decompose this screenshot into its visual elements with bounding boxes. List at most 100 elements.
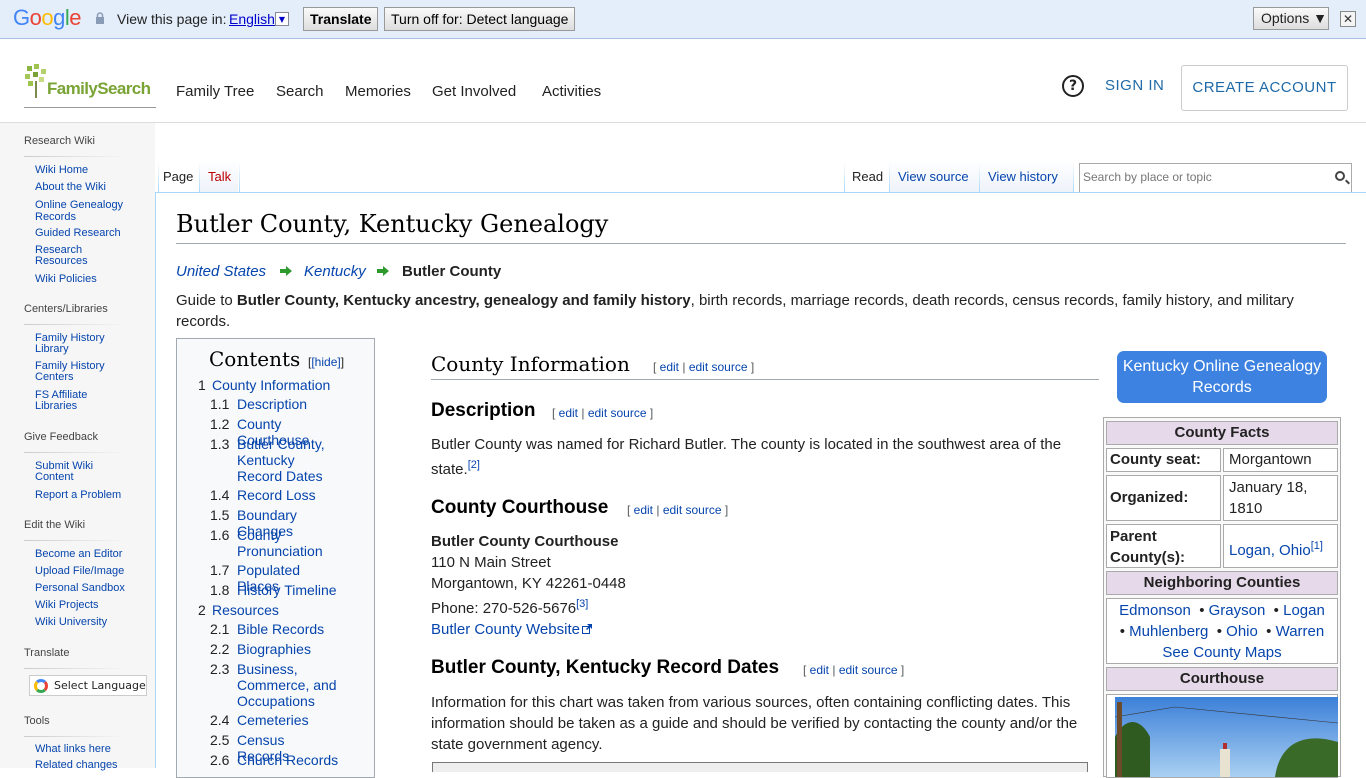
toc-title: Contents xyxy=(209,347,301,371)
sidebar-item-fh-library[interactable]: Family History Library xyxy=(35,333,115,355)
sidebar-item-wiki-home[interactable]: Wiki Home xyxy=(35,165,145,176)
title-divider xyxy=(176,243,1346,244)
neighbor-link[interactable]: Logan xyxy=(1283,602,1325,619)
sidebar-item-sandbox[interactable]: Personal Sandbox xyxy=(35,583,125,594)
breadcrumb-united-states[interactable]: United States xyxy=(176,263,266,280)
edit-link[interactable]: edit xyxy=(660,360,679,374)
neighbor-link[interactable]: Ohio xyxy=(1226,623,1258,640)
toc-item-label: Cemeteries xyxy=(237,712,309,728)
section-edit-links: [ edit | edit source ] xyxy=(627,503,729,517)
sidebar-item-fs-affiliate[interactable]: FS Affiliate Libraries xyxy=(35,390,115,412)
intro-text: Guide to xyxy=(176,292,237,309)
toc-hide-link[interactable]: [hide] xyxy=(311,355,340,369)
options-button[interactable]: Options ▼ xyxy=(1253,7,1329,30)
toc-item[interactable]: 2.3 Business, Commerce, and Occupations xyxy=(210,661,340,709)
nav-search[interactable]: Search xyxy=(276,83,324,100)
toc-item[interactable]: 2.4 Cemeteries xyxy=(210,712,340,728)
nav-family-tree[interactable]: Family Tree xyxy=(176,83,254,100)
edit-source-link[interactable]: edit source xyxy=(663,503,722,517)
select-language-dropdown[interactable]: Select Language xyxy=(29,675,147,696)
toc-item[interactable]: 2.2 Biographies xyxy=(210,641,340,657)
tab-read[interactable]: Read xyxy=(845,160,889,193)
toc-item[interactable]: 1.1 Description xyxy=(210,396,340,412)
neighbor-link[interactable]: Edmonson xyxy=(1119,602,1191,619)
neighboring-header: Neighboring Counties xyxy=(1106,571,1338,595)
sign-in-link[interactable]: SIGN IN xyxy=(1105,77,1164,94)
nav-get-involved[interactable]: Get Involved xyxy=(432,83,516,100)
sidebar-item-wiki-policies[interactable]: Wiki Policies xyxy=(35,274,145,285)
wiki-search-input[interactable]: Search by place or topic xyxy=(1079,163,1352,193)
sidebar-item-what-links[interactable]: What links here xyxy=(35,744,111,755)
familysearch-logo[interactable]: FamilySearch xyxy=(24,64,156,108)
language-select[interactable]: English xyxy=(229,11,275,27)
description-body: Butler County was named for Richard Butl… xyxy=(431,436,1062,478)
toc-item-number: 1 xyxy=(198,377,206,393)
tab-talk[interactable]: Talk xyxy=(200,160,238,193)
tab-view-history[interactable]: View history xyxy=(980,160,1073,193)
toc-item[interactable]: 2.6 Church Records xyxy=(210,752,340,768)
sidebar-item-report-problem[interactable]: Report a Problem xyxy=(35,490,145,501)
parent-county-link[interactable]: Logan, Ohio xyxy=(1229,542,1311,559)
county-maps-link[interactable]: See County Maps xyxy=(1162,644,1281,661)
toc-item[interactable]: 1.8 History Timeline xyxy=(210,582,340,598)
toc-item[interactable]: 1.3 Butler County, Kentucky Record Dates xyxy=(210,436,340,484)
breadcrumb-butler-county: Butler County xyxy=(402,263,502,280)
edit-link[interactable]: edit xyxy=(634,503,653,517)
sidebar-item-online-records[interactable]: Online Genealogy Records xyxy=(35,199,135,223)
sidebar-item-fh-centers[interactable]: Family History Centers xyxy=(35,361,115,383)
heading-county-information: County Information xyxy=(431,352,630,376)
toc-item[interactable]: 1 County Information xyxy=(198,377,348,393)
sidebar-item-wiki-university[interactable]: Wiki University xyxy=(35,617,107,628)
toc-item[interactable]: 2.1 Bible Records xyxy=(210,621,340,637)
toc-item[interactable]: 1.4 Record Loss xyxy=(210,487,340,503)
sidebar-item-research-resources[interactable]: Research Resources xyxy=(35,245,115,267)
toc-item[interactable]: 1.6 County Pronunciation xyxy=(210,527,340,559)
translate-bar: Google View this page in: English ▼ Tran… xyxy=(0,0,1366,39)
neighbor-link[interactable]: Warren xyxy=(1276,623,1325,640)
neighbor-link[interactable]: Muhlenberg xyxy=(1129,623,1208,640)
sidebar-item-submit-content[interactable]: Submit Wiki Content xyxy=(35,461,115,483)
language-dropdown-icon[interactable]: ▼ xyxy=(275,12,289,26)
neighboring-list: Edmonson • Grayson • Logan • Muhlenberg … xyxy=(1106,598,1338,664)
neighbor-link[interactable]: Grayson xyxy=(1209,602,1266,619)
search-icon[interactable] xyxy=(1335,171,1345,181)
toc-hide-toggle[interactable]: [[hide]] xyxy=(308,355,344,369)
sidebar-item-guided-research[interactable]: Guided Research xyxy=(35,228,145,239)
nav-activities[interactable]: Activities xyxy=(542,83,601,100)
sidebar-item-upload[interactable]: Upload File/Image xyxy=(35,566,124,577)
organized-value: January 18, 1810 xyxy=(1223,475,1338,521)
edit-source-link[interactable]: edit source xyxy=(689,360,748,374)
toc-item[interactable]: 2 Resources xyxy=(198,602,348,618)
edit-source-link[interactable]: edit source xyxy=(588,406,647,420)
sidebar-item-about-wiki[interactable]: About the Wiki xyxy=(35,182,145,193)
google-g-icon xyxy=(34,679,48,693)
tab-page[interactable]: Page xyxy=(159,160,199,193)
sidebar-item-become-editor[interactable]: Become an Editor xyxy=(35,549,122,560)
courthouse-address2: Morgantown, KY 42261-0448 xyxy=(431,575,626,592)
edit-link[interactable]: edit xyxy=(810,663,829,677)
courthouse-website-link[interactable]: Butler County Website xyxy=(431,621,580,638)
edit-link[interactable]: edit xyxy=(559,406,578,420)
help-icon[interactable]: ? xyxy=(1062,75,1084,97)
courthouse-photo[interactable] xyxy=(1115,697,1338,777)
translate-button[interactable]: Translate xyxy=(303,7,379,31)
reference-1[interactable]: [1] xyxy=(1311,540,1323,552)
create-account-button[interactable]: CREATE ACCOUNT xyxy=(1181,65,1348,111)
page-title: Butler County, Kentucky Genealogy xyxy=(176,210,609,238)
tab-view-source[interactable]: View source xyxy=(890,160,979,193)
edit-source-link[interactable]: edit source xyxy=(839,663,898,677)
sidebar-item-wiki-projects[interactable]: Wiki Projects xyxy=(35,600,99,611)
reference-3[interactable]: [3] xyxy=(576,598,588,610)
toc-item-number: 1.1 xyxy=(210,396,230,412)
toc-item-label: Business, Commerce, and Occupations xyxy=(237,661,337,709)
close-icon[interactable]: ✕ xyxy=(1340,11,1356,27)
toc-item-number: 2 xyxy=(198,602,206,618)
sidebar-item-related-changes[interactable]: Related changes xyxy=(35,760,118,771)
reference-2[interactable]: [2] xyxy=(468,459,480,471)
kentucky-records-button[interactable]: Kentucky Online Genealogy Records xyxy=(1117,351,1327,403)
turn-off-button[interactable]: Turn off for: Detect language xyxy=(384,7,576,31)
nav-memories[interactable]: Memories xyxy=(345,83,411,100)
breadcrumb-kentucky[interactable]: Kentucky xyxy=(304,263,366,280)
courthouse-details: Butler County Courthouse 110 N Main Stre… xyxy=(431,531,1031,640)
section-divider xyxy=(431,379,1099,380)
